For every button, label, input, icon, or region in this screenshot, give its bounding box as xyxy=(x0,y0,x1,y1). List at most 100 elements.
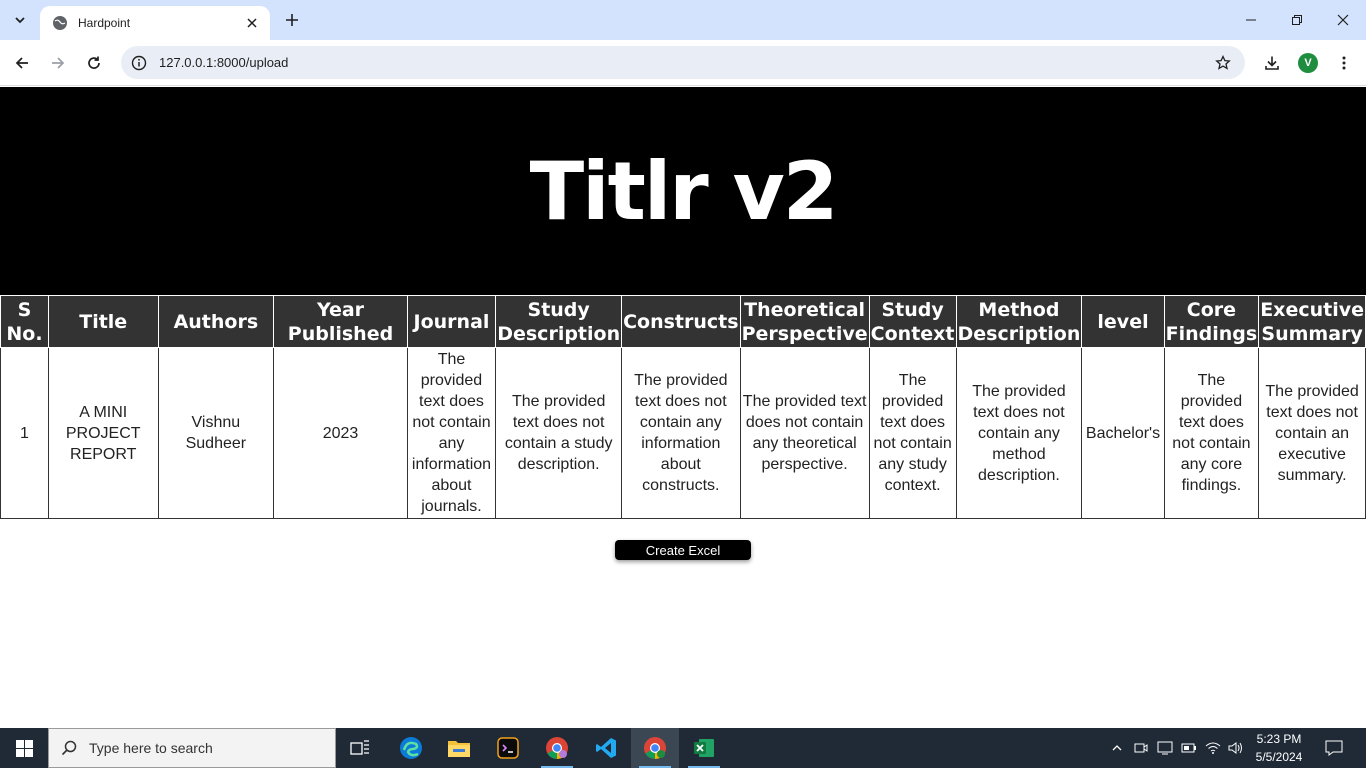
site-info-icon[interactable] xyxy=(123,47,155,79)
hero-banner: Titlr v2 xyxy=(0,87,1366,295)
arrow-right-icon xyxy=(52,57,65,69)
table-cell: The provided text does not contain a stu… xyxy=(495,347,623,519)
minimize-icon xyxy=(1246,19,1256,21)
wifi-icon xyxy=(1205,742,1221,754)
chrome-icon xyxy=(546,737,568,759)
column-header: S No. xyxy=(0,295,49,348)
excel-icon xyxy=(694,739,714,757)
new-tab-button[interactable] xyxy=(280,8,304,32)
reload-button[interactable] xyxy=(79,48,109,78)
column-header: Core Findings xyxy=(1163,295,1260,348)
create-excel-button[interactable]: Create Excel xyxy=(615,540,751,560)
table-cell: The provided text does not contain any i… xyxy=(621,347,741,519)
close-icon xyxy=(1337,14,1349,26)
chrome-icon xyxy=(644,737,666,759)
taskbar-search[interactable]: Type here to search xyxy=(48,728,336,768)
terminal-app[interactable] xyxy=(484,728,532,768)
clock-date: 5/5/2024 xyxy=(1255,750,1303,764)
taskbar: Type here to search 5:23 PM 5/5/2024 xyxy=(0,728,1366,768)
battery-icon xyxy=(1181,743,1196,753)
column-header: Authors xyxy=(157,295,275,348)
plus-icon xyxy=(286,14,298,26)
column-header: Study Context xyxy=(868,295,957,348)
tab-title: Hardpoint xyxy=(78,16,131,30)
column-header: Executive Summary xyxy=(1258,295,1366,348)
table-cell: A MINI PROJECT REPORT xyxy=(47,347,159,519)
meet-now-button[interactable] xyxy=(1130,728,1152,768)
column-header: Title xyxy=(47,295,159,348)
address-bar[interactable]: 127.0.0.1:8000/upload xyxy=(121,46,1245,79)
minimize-button[interactable] xyxy=(1228,0,1274,40)
bookmark-star-icon[interactable] xyxy=(1207,47,1239,79)
system-clock[interactable]: 5:23 PM 5/5/2024 xyxy=(1246,730,1312,766)
browser-toolbar: 127.0.0.1:8000/upload V xyxy=(0,40,1366,86)
start-button[interactable] xyxy=(0,728,48,768)
column-header: Constructs xyxy=(621,295,741,348)
notification-icon xyxy=(1325,740,1343,756)
results-table: S No. Title Authors Year Published Journ… xyxy=(0,295,1366,519)
column-header: Method Description xyxy=(955,295,1083,348)
chrome-app-profile[interactable] xyxy=(533,728,581,768)
download-icon xyxy=(1265,56,1279,70)
avatar: V xyxy=(1298,53,1318,73)
table-cell: 2023 xyxy=(273,347,408,519)
table-cell: Vishnu Sudheer xyxy=(157,347,275,519)
excel-app[interactable] xyxy=(680,728,728,768)
menu-button[interactable] xyxy=(1329,48,1359,78)
volume-button[interactable] xyxy=(1225,728,1247,768)
page-title: Titlr v2 xyxy=(529,144,839,238)
windows-logo-icon xyxy=(15,739,33,757)
chevron-up-icon xyxy=(1112,745,1122,751)
back-button[interactable] xyxy=(7,48,37,78)
clock-time: 5:23 PM xyxy=(1256,732,1302,746)
url-text[interactable]: 127.0.0.1:8000/upload xyxy=(159,55,1207,70)
chrome-app-active[interactable] xyxy=(631,728,679,768)
search-icon xyxy=(49,740,89,756)
task-view-button[interactable] xyxy=(336,728,384,768)
speaker-icon xyxy=(1228,742,1242,754)
column-header: level xyxy=(1081,295,1165,348)
column-header: Study Description xyxy=(495,295,623,348)
column-header: Journal xyxy=(406,295,497,348)
kebab-menu-icon xyxy=(1342,56,1346,70)
edge-app[interactable] xyxy=(387,728,435,768)
column-header: Theoretical Perspective xyxy=(739,295,870,348)
downloads-button[interactable] xyxy=(1257,48,1287,78)
page-content: Titlr v2 S No. Title Authors Year Publis… xyxy=(0,87,1366,728)
table-cell: The provided text does not contain an ex… xyxy=(1258,347,1366,519)
notifications-button[interactable] xyxy=(1318,728,1350,768)
restore-button[interactable] xyxy=(1274,0,1320,40)
camera-icon xyxy=(1134,743,1148,753)
close-tab-icon[interactable] xyxy=(244,15,260,31)
show-hidden-icons-button[interactable] xyxy=(1106,728,1128,768)
restore-icon xyxy=(1292,15,1302,25)
display-icon xyxy=(1157,741,1173,755)
vscode-icon xyxy=(596,738,616,758)
browser-tab[interactable]: Hardpoint xyxy=(40,6,270,40)
network-button[interactable] xyxy=(1202,728,1224,768)
arrow-left-icon xyxy=(15,57,28,69)
table-cell: 1 xyxy=(0,347,49,519)
display-button[interactable] xyxy=(1154,728,1176,768)
table-header-row: S No. Title Authors Year Published Journ… xyxy=(0,295,1366,348)
file-explorer-app[interactable] xyxy=(435,728,483,768)
edge-icon xyxy=(400,737,422,759)
battery-button[interactable] xyxy=(1178,728,1200,768)
forward-button[interactable] xyxy=(43,48,73,78)
table-cell: Bachelor's xyxy=(1081,347,1165,519)
reload-icon xyxy=(88,56,100,69)
table-cell: The provided text does not contain any s… xyxy=(868,347,957,519)
search-placeholder: Type here to search xyxy=(89,740,213,756)
table-cell: The provided text does not contain any m… xyxy=(955,347,1083,519)
terminal-icon xyxy=(497,737,519,759)
close-window-button[interactable] xyxy=(1320,0,1366,40)
vscode-app[interactable] xyxy=(582,728,630,768)
folder-icon xyxy=(448,741,470,757)
chevron-down-icon xyxy=(15,17,25,24)
task-view-icon xyxy=(350,740,369,755)
table-cell: The provided text does not contain any t… xyxy=(739,347,870,519)
profile-button[interactable]: V xyxy=(1293,48,1323,78)
column-header: Year Published xyxy=(273,295,408,348)
tab-search-button[interactable] xyxy=(6,6,34,34)
tab-strip: Hardpoint xyxy=(0,0,1366,40)
